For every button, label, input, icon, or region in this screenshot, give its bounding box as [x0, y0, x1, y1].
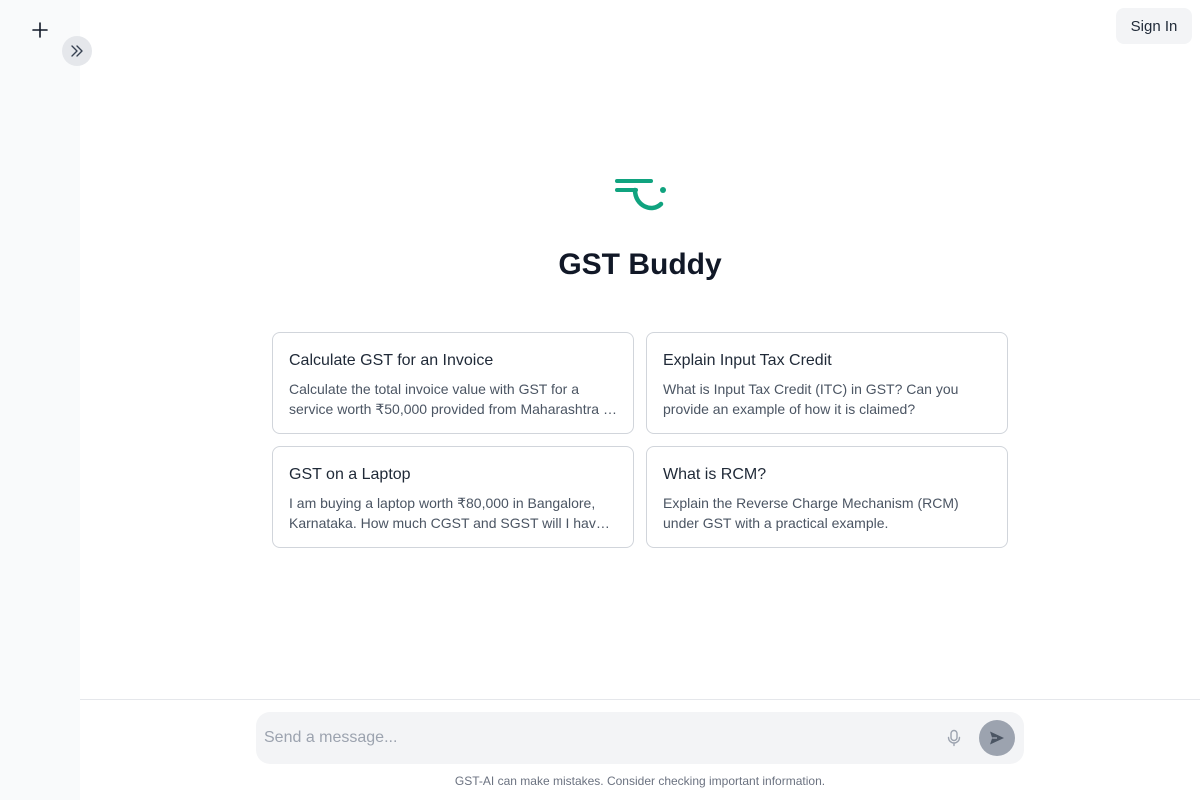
- plus-icon: [32, 22, 48, 38]
- suggestion-card-laptop[interactable]: GST on a Laptop I am buying a laptop wor…: [272, 446, 634, 548]
- microphone-button[interactable]: [942, 726, 966, 750]
- suggestion-grid: Calculate GST for an Invoice Calculate t…: [272, 332, 1008, 548]
- send-button[interactable]: [979, 720, 1015, 756]
- suggestion-title: Calculate GST for an Invoice: [289, 352, 494, 369]
- message-composer: [256, 712, 1024, 764]
- suggestion-title: Explain Input Tax Credit: [663, 352, 832, 369]
- suggestion-title: GST on a Laptop: [289, 466, 411, 483]
- app-title: GST Buddy: [558, 248, 722, 281]
- double-chevron-right-icon: [71, 45, 83, 57]
- rupee-smile-logo: [615, 179, 666, 211]
- sidebar: [0, 0, 80, 800]
- suggestion-title: What is RCM?: [663, 466, 767, 483]
- microphone-icon: [947, 729, 961, 747]
- suggestion-description: Calculate the total invoice value with G…: [289, 381, 615, 417]
- message-input[interactable]: [264, 712, 924, 764]
- suggestion-description: What is Input Tax Credit (ITC) in GST? C…: [663, 381, 959, 417]
- expand-sidebar-button[interactable]: [62, 36, 92, 66]
- suggestion-description: I am buying a laptop worth ₹80,000 in Ba…: [289, 495, 604, 531]
- suggestion-card-invoice[interactable]: Calculate GST for an Invoice Calculate t…: [272, 332, 634, 434]
- send-icon: [990, 731, 1004, 745]
- disclaimer-text: GST-AI can make mistakes. Consider check…: [454, 774, 826, 788]
- suggestion-description: Explain the Reverse Charge Mechanism (RC…: [663, 495, 959, 531]
- new-chat-button[interactable]: [28, 18, 52, 42]
- suggestion-card-itc[interactable]: Explain Input Tax Credit What is Input T…: [646, 332, 1008, 434]
- main-content: GST Buddy Calculate GST for an Invoice C…: [80, 0, 1200, 700]
- composer-footer: GST-AI can make mistakes. Consider check…: [80, 699, 1200, 800]
- suggestion-card-rcm[interactable]: What is RCM? Explain the Reverse Charge …: [646, 446, 1008, 548]
